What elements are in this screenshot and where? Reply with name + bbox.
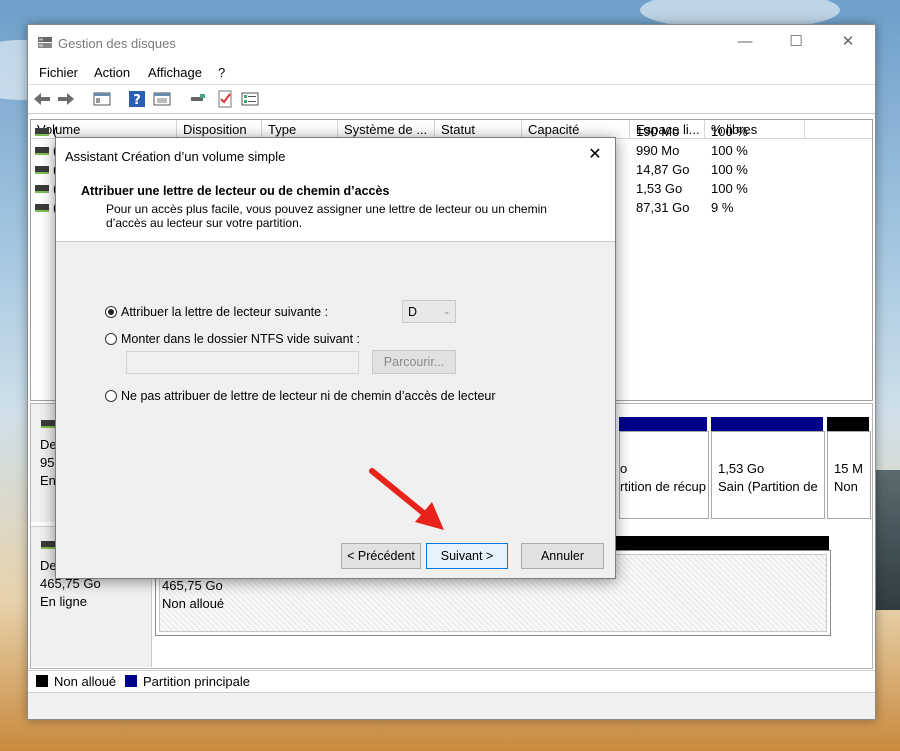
partition-status: rtition de récup [620, 479, 706, 494]
menu-affichage[interactable]: Affichage [148, 65, 202, 80]
partition-size: 15 M [834, 461, 863, 476]
disk0-partition-2[interactable]: 1,53 Go Sain (Partition de [711, 431, 825, 519]
row-free: 87,31 Go [636, 200, 690, 215]
disk-management-icon [38, 37, 52, 48]
assign-letter-label[interactable]: Attribuer la lettre de lecteur suivante … [121, 305, 328, 319]
disk0-partition-3[interactable]: 15 M Non [827, 431, 871, 519]
dialog-title: Assistant Création d’un volume simple [65, 149, 286, 164]
column-type[interactable]: Type [262, 120, 338, 138]
menu-bar: Fichier Action Affichage ? [28, 61, 875, 83]
legend-unallocated-label: Non alloué [54, 674, 117, 689]
partition-size: o [620, 461, 628, 476]
mount-folder-label[interactable]: Monter dans le dossier NTFS vide suivant… [121, 332, 360, 346]
folder-path-input[interactable] [126, 351, 359, 374]
volume-icon [35, 166, 49, 174]
dialog-header-description: Pour un accès plus facile, vous pouvez a… [106, 202, 547, 230]
partition-status: Non alloué [162, 596, 225, 611]
window-titlebar[interactable]: Gestion des disques — ☐ ✕ [28, 25, 875, 61]
row-percent: 100 % [711, 162, 748, 177]
column-capacite[interactable]: Capacité [522, 120, 630, 138]
menu-fichier[interactable]: Fichier [39, 65, 78, 80]
toolbar: ? [28, 84, 875, 114]
browse-button[interactable]: Parcourir... [372, 350, 456, 374]
connect-icon[interactable] [188, 89, 208, 109]
legend-primary-label: Partition principale [143, 674, 250, 689]
no-letter-radio[interactable] [105, 390, 117, 402]
row-percent: 9 % [711, 200, 734, 215]
back-arrow-icon[interactable] [32, 89, 52, 109]
volume-icon [35, 147, 49, 155]
disk-icon [41, 541, 55, 549]
mount-folder-radio[interactable] [105, 333, 117, 345]
row-free: 1,53 Go [636, 181, 683, 196]
legend: Non alloué Partition principale [28, 670, 875, 693]
help-icon[interactable]: ? [127, 89, 147, 109]
disk1-status: En ligne [40, 594, 87, 609]
legend-primary-swatch [125, 675, 137, 687]
cancel-button[interactable]: Annuler [521, 543, 604, 569]
forward-arrow-icon[interactable] [56, 89, 76, 109]
chevron-down-icon: ⌄ [443, 306, 451, 316]
recovery-partition-bar [619, 417, 707, 431]
dialog-close-button[interactable]: ✕ [585, 145, 605, 165]
maximize-button[interactable]: ☐ [783, 32, 809, 52]
assign-letter-radio[interactable] [105, 306, 117, 318]
partition-status: Non [834, 479, 858, 494]
column-filesystem[interactable]: Système de ... [338, 120, 435, 138]
row-free: 990 Mo [636, 143, 680, 158]
column-disposition[interactable]: Disposition [177, 120, 262, 138]
volume-icon [35, 128, 49, 136]
volume-icon [35, 204, 49, 212]
legend-unallocated-swatch [36, 675, 48, 687]
disk0-status: En [40, 473, 56, 488]
dialog-header-title: Attribuer une lettre de lecteur ou de ch… [81, 184, 390, 198]
no-letter-label[interactable]: Ne pas attribuer de lettre de lecteur ni… [121, 389, 496, 403]
minimize-button[interactable]: — [732, 32, 758, 52]
partition-size: 465,75 Go [162, 578, 223, 593]
column-statut[interactable]: Statut [435, 120, 522, 138]
drive-letter-select[interactable]: D ⌄ [402, 300, 456, 323]
window-title: Gestion des disques [58, 36, 176, 51]
dialog-footer: < Précédent Suivant > Annuler [56, 530, 615, 578]
row-percent: 100 % [711, 124, 748, 139]
properties-icon[interactable] [152, 89, 172, 109]
dialog-body: Attribuer la lettre de lecteur suivante … [56, 241, 615, 531]
row-free: 14,87 Go [636, 162, 690, 177]
close-button[interactable]: ✕ [835, 32, 861, 52]
row-percent: 100 % [711, 143, 748, 158]
volume-icon [35, 185, 49, 193]
disk-icon [41, 420, 55, 428]
partition-size: 1,53 Go [718, 461, 765, 476]
unallocated-bar [827, 417, 869, 431]
menu-action[interactable]: Action [94, 65, 130, 80]
drive-letter-value: D [408, 305, 418, 319]
row-percent: 100 % [711, 181, 748, 196]
settings-list-icon[interactable] [240, 89, 260, 109]
console-tree-icon[interactable] [92, 89, 112, 109]
svg-text:?: ? [133, 93, 141, 108]
status-bar [28, 692, 875, 719]
menu-help[interactable]: ? [218, 65, 225, 80]
row-free: 190 Mo [636, 124, 680, 139]
partition-status: Sain (Partition de [718, 479, 818, 494]
checklist-icon[interactable] [215, 89, 235, 109]
back-button[interactable]: < Précédent [341, 543, 421, 569]
partition-bar [711, 417, 823, 431]
disk0-partition-recovery[interactable]: o rtition de récup [619, 431, 709, 519]
next-button[interactable]: Suivant > [426, 543, 508, 569]
simple-volume-wizard-dialog: Assistant Création d’un volume simple ✕ … [55, 137, 616, 579]
